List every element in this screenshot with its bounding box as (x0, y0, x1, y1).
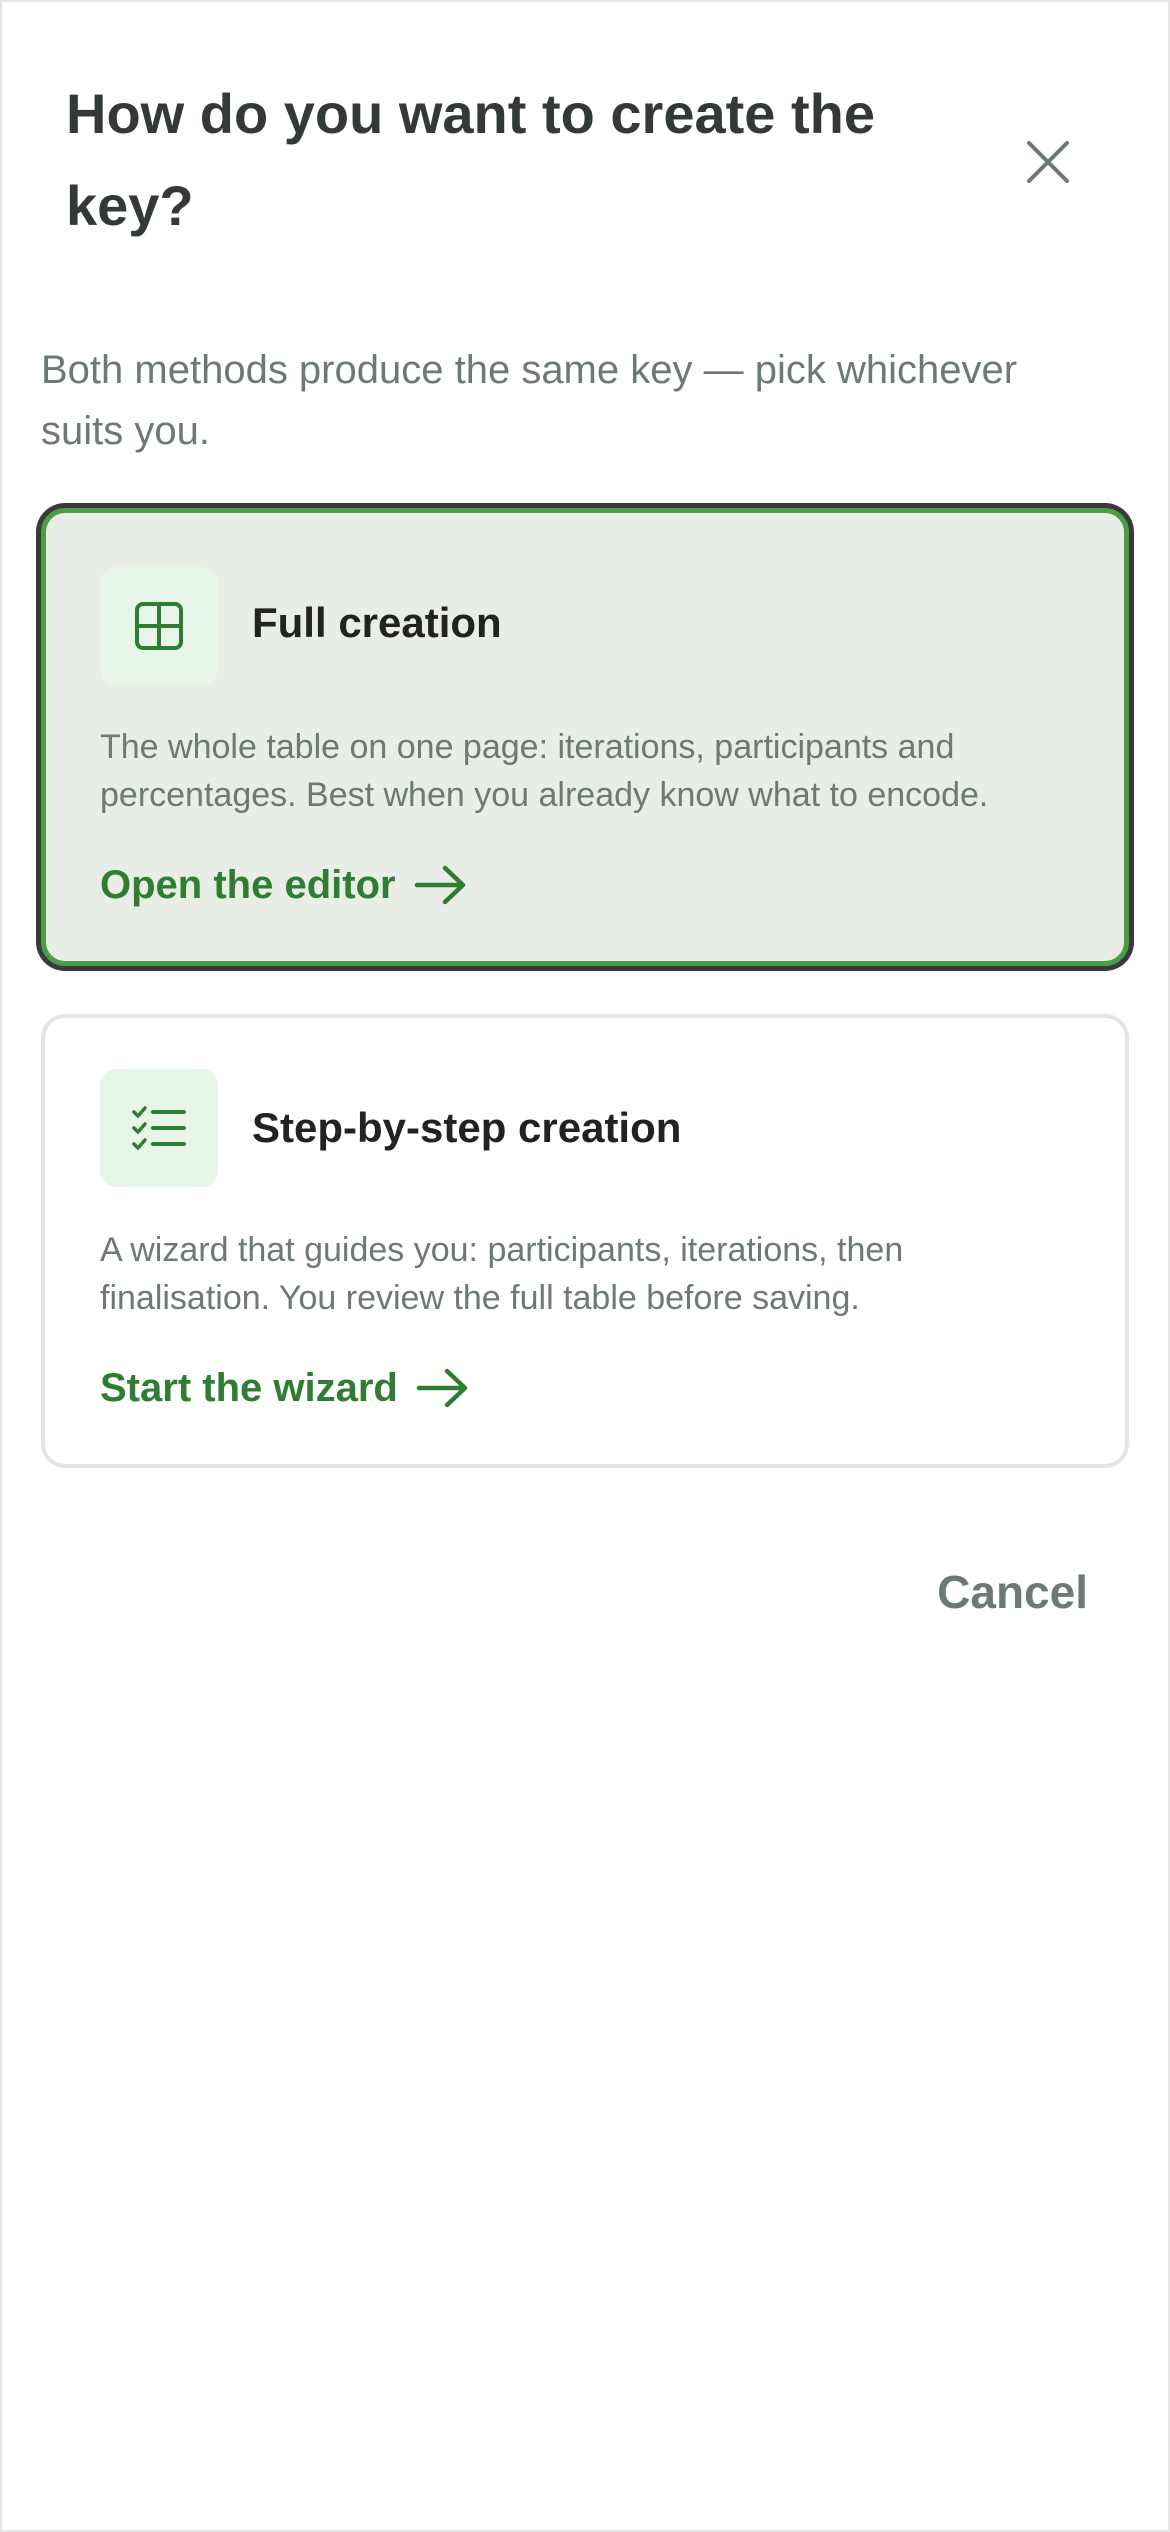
option-full-creation[interactable]: Full creation The whole table on one pag… (41, 508, 1129, 966)
table-grid-icon (135, 602, 183, 650)
cancel-button[interactable]: Cancel (937, 1562, 1088, 1622)
checklist-icon (132, 1106, 186, 1150)
dialog-subtitle: Both methods produce the same key — pick… (41, 348, 1018, 453)
action-label: Open the editor (100, 863, 396, 907)
open-editor-link[interactable]: Open the editor (100, 857, 468, 913)
close-icon (1027, 141, 1069, 183)
option-title: Full creation (252, 599, 502, 646)
arrow-right-icon (414, 865, 465, 905)
option-description: The whole table on one page: iterations,… (100, 728, 989, 814)
close-button[interactable] (1006, 120, 1090, 204)
option-step-by-step-creation[interactable]: Step-by-step creation A wizard that guid… (41, 1014, 1129, 1468)
arrow-right-icon (416, 1368, 468, 1408)
dialog-title: How do you want to create the key? (66, 82, 875, 237)
start-wizard-link[interactable]: Start the wizard (100, 1360, 470, 1416)
option-icon-box (100, 1069, 218, 1187)
option-icon-box (100, 567, 218, 685)
action-label: Start the wizard (100, 1366, 398, 1410)
option-description: A wizard that guides you: participants, … (100, 1231, 904, 1317)
option-title: Step-by-step creation (252, 1104, 682, 1151)
create-key-dialog: How do you want to create the key? Both … (0, 0, 1170, 2532)
